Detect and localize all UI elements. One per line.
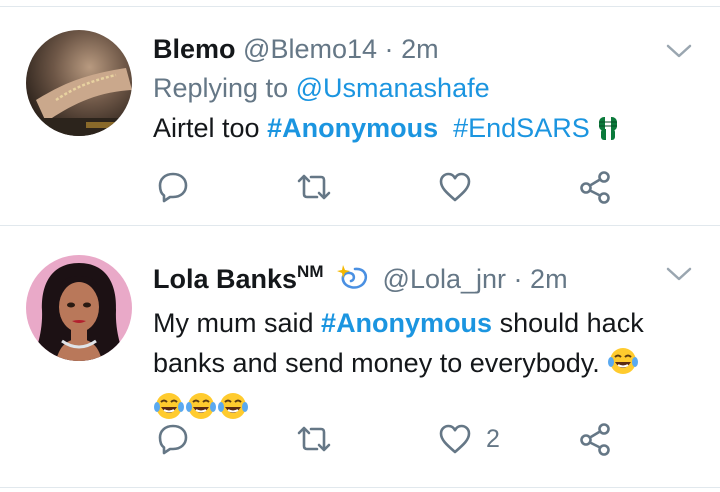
share-icon (580, 423, 610, 456)
like-icon (439, 424, 471, 454)
share-icon (580, 171, 610, 204)
mention-link[interactable]: @Usmanashafe (296, 73, 490, 103)
dizzy-emoji (337, 263, 371, 303)
retweet-icon (297, 426, 331, 452)
text-segment: banks and send money to everybody. (153, 348, 600, 378)
tweet-lola-banks[interactable]: Lola BanksNM @Lola_jnr · 2m My mum said … (0, 226, 720, 488)
like-button[interactable] (438, 169, 486, 205)
tweet-content: Lola BanksNM @Lola_jnr · 2m My mum said … (153, 253, 696, 433)
display-name-superscript: NM (297, 262, 324, 281)
tweet-text: My mum said #Anonymous should hack banks… (153, 303, 696, 433)
user-handle[interactable]: @Lola_jnr (383, 264, 506, 294)
tweet-actions: 2 (153, 421, 720, 457)
separator: · (384, 34, 394, 64)
tweet-content: Blemo @Blemo14 · 2m Replying to @Usmanas… (153, 30, 696, 153)
display-name[interactable]: Lola Banks (153, 264, 297, 294)
tweet-actions (153, 169, 720, 205)
tweet-header: Blemo @Blemo14 · 2m (153, 30, 696, 68)
hashtag-link[interactable]: #Anonymous (321, 308, 492, 338)
reply-button[interactable] (156, 421, 204, 457)
display-name[interactable]: Blemo (153, 34, 236, 64)
retweet-button[interactable] (296, 169, 346, 205)
tweet-header: Lola BanksNM @Lola_jnr · 2m (153, 253, 696, 303)
reply-button[interactable] (156, 169, 204, 205)
replying-to: Replying to @Usmanashafe (153, 68, 696, 108)
top-divider (0, 0, 720, 7)
text-segment: should hack (499, 308, 644, 338)
timestamp[interactable]: 2m (530, 264, 568, 294)
like-button[interactable]: 2 (438, 421, 500, 457)
text-segment: My mum said (153, 308, 314, 338)
reply-icon (158, 424, 188, 455)
laughing-tears-emoji (607, 345, 639, 388)
retweet-button[interactable] (296, 421, 346, 457)
separator: · (513, 264, 523, 294)
text-segment: Airtel too (153, 113, 260, 143)
timestamp[interactable]: 2m (401, 34, 439, 64)
avatar[interactable] (26, 255, 132, 361)
reply-icon (158, 172, 188, 203)
user-handle[interactable]: @Blemo14 (243, 34, 377, 64)
like-count: 2 (486, 424, 500, 453)
share-button[interactable] (578, 421, 612, 457)
retweet-icon (297, 174, 331, 200)
tweet-blemo[interactable]: Blemo @Blemo14 · 2m Replying to @Usmanas… (0, 7, 720, 226)
like-icon (439, 172, 471, 202)
share-button[interactable] (578, 169, 612, 205)
tweet-text: Airtel too #Anonymous #EndSARS (153, 108, 696, 153)
hashtag-link[interactable]: #Anonymous (267, 113, 438, 143)
raised-fist-emoji (597, 113, 619, 153)
hashtag-link[interactable]: #EndSARS (453, 113, 590, 143)
replying-label: Replying to (153, 73, 289, 103)
avatar[interactable] (26, 30, 132, 136)
